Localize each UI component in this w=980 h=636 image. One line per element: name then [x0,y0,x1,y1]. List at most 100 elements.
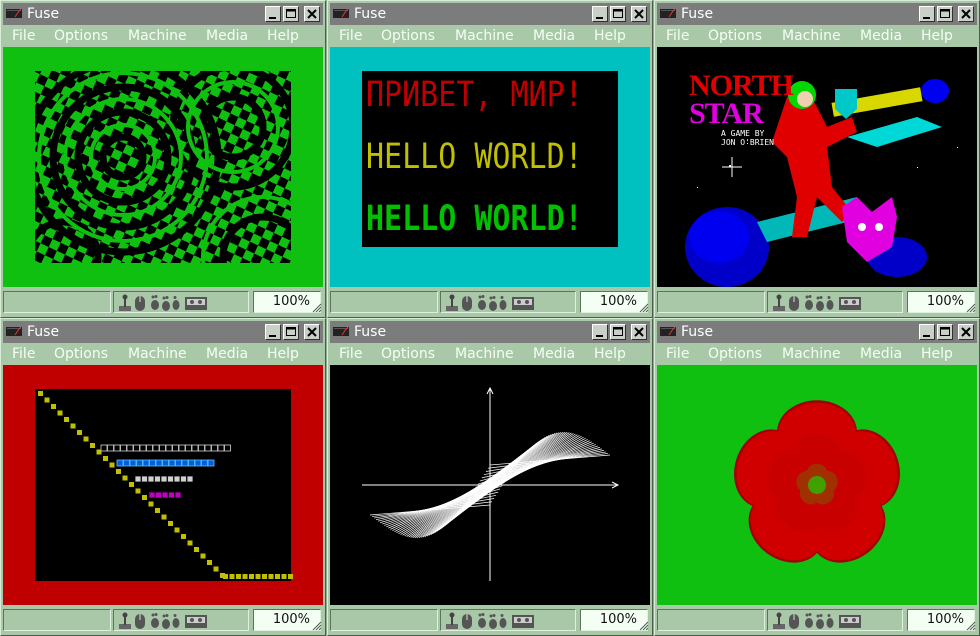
close-button[interactable] [304,6,320,22]
resize-grip-icon[interactable] [639,621,649,631]
close-button[interactable] [958,6,974,22]
emulator-screen[interactable] [3,47,323,287]
zx-machine-icon[interactable] [6,8,22,19]
menu-file[interactable]: File [666,346,689,362]
minimize-button[interactable] [919,6,935,22]
menu-bar: File Options Machine Media Help [3,26,323,46]
title-bar[interactable]: Fuse [330,3,650,25]
minimize-button[interactable] [592,324,608,340]
menu-media[interactable]: Media [206,28,248,44]
menu-help[interactable]: Help [921,346,953,362]
emulator-window-4: Fuse File Options Machine Media Help 100… [0,318,326,636]
window-title: Fuse [681,6,714,22]
menu-options[interactable]: Options [381,28,435,44]
resize-grip-icon[interactable] [312,621,322,631]
menu-file[interactable]: File [339,346,362,362]
maximize-button[interactable] [610,6,626,22]
close-icon [307,327,317,337]
menu-machine[interactable]: Machine [128,346,187,362]
close-button[interactable] [958,324,974,340]
title-bar[interactable]: Fuse [657,321,977,343]
menu-media[interactable]: Media [860,346,902,362]
resize-grip-icon[interactable] [966,303,976,313]
menu-file[interactable]: File [666,28,689,44]
menu-help[interactable]: Help [594,28,626,44]
menu-options[interactable]: Options [381,346,435,362]
menu-options[interactable]: Options [708,28,762,44]
menu-options[interactable]: Options [54,28,108,44]
zx-machine-icon[interactable] [660,326,676,337]
menu-file[interactable]: File [12,28,35,44]
checker-pattern-display [3,47,323,287]
menu-machine[interactable]: Machine [455,28,514,44]
maximize-button[interactable] [283,324,299,340]
resize-grip-icon[interactable] [966,621,976,631]
title-bar[interactable]: Fuse [330,321,650,343]
zx-machine-icon[interactable] [333,8,349,19]
window-title: Fuse [354,324,387,340]
status-icons [440,291,576,313]
close-button[interactable] [631,324,647,340]
zx-machine-icon[interactable] [6,326,22,337]
minimize-button[interactable] [265,324,281,340]
resize-grip-icon[interactable] [639,303,649,313]
line-art-display [362,386,620,581]
emulator-screen[interactable]: NORTH STAR A GAME BY JON O'BRIEN [657,47,977,287]
stair-block [135,488,141,494]
stair-block [51,404,56,409]
menu-file[interactable]: File [339,28,362,44]
brick [224,444,231,452]
minimize-icon [596,17,603,19]
stair-block [148,501,154,507]
emulator-screen[interactable] [3,365,323,605]
menu-options[interactable]: Options [54,346,108,362]
emulator-screen[interactable]: ПРИВЕТ, МИР! HELLO WORLD! HELLO WORLD! [330,47,650,287]
brick [180,475,187,483]
menu-options[interactable]: Options [708,346,762,362]
window-title: Fuse [354,6,387,22]
menu-media[interactable]: Media [860,28,902,44]
zx-machine-icon[interactable] [660,8,676,19]
menu-machine[interactable]: Machine [455,346,514,362]
menu-file[interactable]: File [12,346,35,362]
menu-bar: File Options Machine Media Help [330,344,650,364]
menu-bar: File Options Machine Media Help [3,344,323,364]
resize-grip-icon[interactable] [312,303,322,313]
menu-bar: File Options Machine Media Help [657,26,977,46]
emulator-screen[interactable] [330,365,650,605]
maximize-button[interactable] [283,6,299,22]
zx-machine-icon[interactable] [333,326,349,337]
minimize-button[interactable] [919,324,935,340]
title-bar[interactable]: Fuse [3,321,323,343]
ribbon-line [420,439,542,538]
menu-help[interactable]: Help [267,346,299,362]
menu-help[interactable]: Help [594,346,626,362]
title-bar[interactable]: Fuse [3,3,323,25]
joystick-icon [773,612,785,629]
maximize-icon [286,327,296,336]
menu-media[interactable]: Media [533,28,575,44]
menu-media[interactable]: Media [206,346,248,362]
title-bar[interactable]: Fuse [657,3,977,25]
maximize-button[interactable] [937,324,953,340]
close-button[interactable] [304,324,320,340]
menu-machine[interactable]: Machine [782,346,841,362]
brick [107,444,114,452]
maximize-button[interactable] [937,6,953,22]
close-button[interactable] [631,6,647,22]
menu-machine[interactable]: Machine [128,28,187,44]
maximize-button[interactable] [610,324,626,340]
menu-help[interactable]: Help [267,28,299,44]
brick [174,491,182,499]
menu-bar: File Options Machine Media Help [330,26,650,46]
minimize-button[interactable] [592,6,608,22]
menu-machine[interactable]: Machine [782,28,841,44]
menu-media[interactable]: Media [533,346,575,362]
menu-help[interactable]: Help [921,28,953,44]
minimize-icon [596,335,603,337]
stair-block [44,397,50,403]
text-line-russian: ПРИВЕТ, МИР! [366,75,583,116]
minimize-button[interactable] [265,6,281,22]
emulator-screen[interactable] [657,365,977,605]
joystick-icon [119,612,131,629]
